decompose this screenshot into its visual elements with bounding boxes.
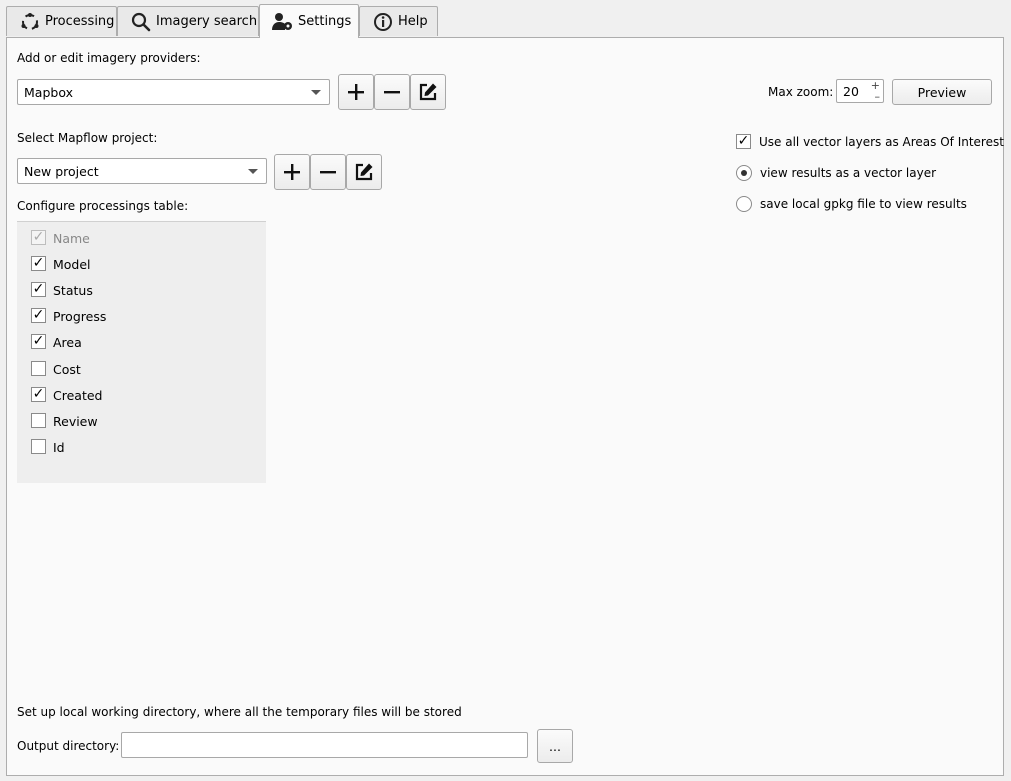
list-item[interactable]: ✓ Name (31, 228, 90, 248)
providers-combo[interactable]: Mapbox (17, 79, 330, 105)
column-name: Progress (53, 308, 107, 324)
list-item[interactable]: Cost (31, 359, 81, 379)
chevron-down-icon (248, 169, 258, 174)
use-all-vector-layers-label: Use all vector layers as Areas Of Intere… (759, 135, 1004, 149)
project-selected: New project (24, 163, 99, 179)
max-zoom-label: Max zoom: (768, 85, 834, 99)
column-checkbox-review[interactable] (31, 413, 46, 428)
providers-label: Add or edit imagery providers: (17, 51, 201, 65)
column-name: Model (53, 256, 91, 272)
chevron-down-icon (311, 90, 321, 95)
column-name: Cost (53, 361, 81, 377)
plus-icon (348, 84, 364, 100)
preview-button[interactable]: Preview (892, 79, 992, 105)
providers-selected: Mapbox (24, 84, 73, 100)
plus-icon (284, 164, 300, 180)
max-zoom-spinbox[interactable]: 20 + – (836, 79, 884, 103)
working-dir-label: Set up local working directory, where al… (17, 705, 462, 719)
remove-project-button[interactable] (310, 154, 346, 190)
list-item[interactable]: ✓ Created (31, 385, 102, 405)
edit-icon (419, 83, 437, 101)
spin-down-icon[interactable]: – (875, 91, 881, 102)
processings-columns-list: ✓ Name ✓ Model ✓ Status ✓ Progress ✓ Are… (17, 221, 266, 483)
max-zoom-value: 20 (843, 83, 859, 99)
column-checkbox-model[interactable]: ✓ (31, 256, 46, 271)
view-results-vector-radio[interactable] (736, 165, 752, 181)
save-local-gpkg-radio[interactable] (736, 196, 752, 212)
minus-icon (384, 91, 400, 94)
add-project-button[interactable] (274, 154, 310, 190)
edit-icon (355, 163, 373, 181)
column-checkbox-status[interactable]: ✓ (31, 282, 46, 297)
column-name: Review (53, 413, 98, 429)
column-checkbox-id[interactable] (31, 439, 46, 454)
column-name: Id (53, 439, 65, 455)
minus-icon (320, 171, 336, 174)
list-item[interactable]: ✓ Status (31, 280, 93, 300)
use-all-vector-layers-checkbox[interactable]: ✓ (736, 134, 751, 149)
edit-project-button[interactable] (346, 154, 382, 190)
column-checkbox-created[interactable]: ✓ (31, 387, 46, 402)
edit-provider-button[interactable] (410, 74, 446, 110)
list-item[interactable]: ✓ Area (31, 332, 82, 352)
column-checkbox-progress[interactable]: ✓ (31, 308, 46, 323)
output-dir-label: Output directory: (17, 739, 120, 753)
column-name: Created (53, 387, 103, 403)
list-item[interactable]: Id (31, 437, 65, 457)
view-results-vector-label: view results as a vector layer (760, 166, 937, 180)
column-name: Status (53, 282, 93, 298)
column-name: Name (53, 230, 90, 246)
list-item[interactable]: Review (31, 411, 98, 431)
output-dir-input[interactable] (121, 732, 528, 758)
column-name: Area (53, 334, 82, 350)
column-checkbox-area[interactable]: ✓ (31, 334, 46, 349)
save-local-gpkg-label: save local gpkg file to view results (760, 197, 967, 211)
project-label: Select Mapflow project: (17, 131, 158, 145)
column-checkbox-cost[interactable] (31, 361, 46, 376)
add-provider-button[interactable] (338, 74, 374, 110)
list-item[interactable]: ✓ Model (31, 254, 91, 274)
browse-output-button[interactable]: ... (537, 729, 573, 763)
project-combo[interactable]: New project (17, 158, 267, 184)
list-item[interactable]: ✓ Progress (31, 306, 106, 326)
column-checkbox-name: ✓ (31, 229, 46, 245)
remove-provider-button[interactable] (374, 74, 410, 110)
table-config-label: Configure processings table: (17, 199, 189, 213)
